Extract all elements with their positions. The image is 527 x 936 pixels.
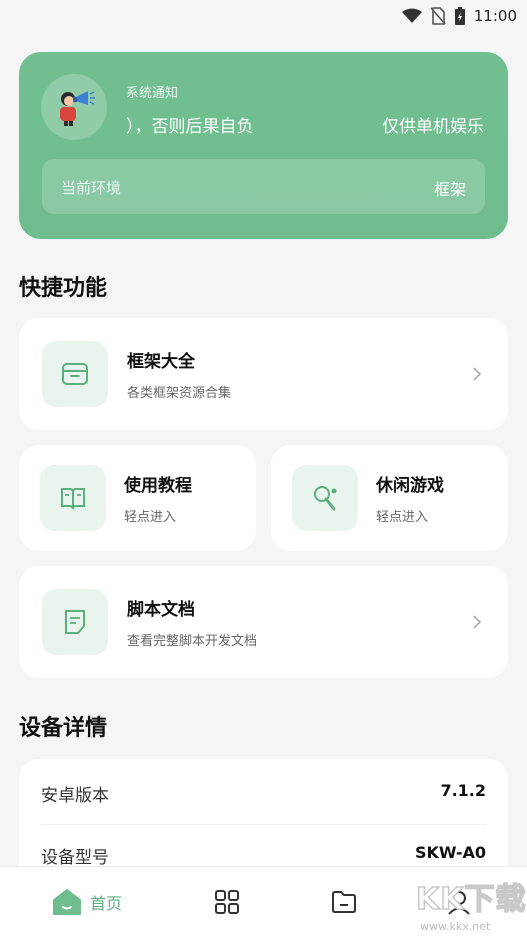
- chevron-right-icon: [473, 615, 482, 629]
- casual-games-card[interactable]: 休闲游戏 轻点进入: [271, 445, 508, 551]
- watermark: KK下载 www.kkx.net: [408, 868, 527, 936]
- environment-bar[interactable]: 当前环境 框架: [42, 159, 485, 214]
- notice-text-b: 仅供单机娱乐: [382, 117, 484, 137]
- games-icon-box: [292, 465, 358, 531]
- framework-collection-title: 框架大全: [127, 352, 195, 372]
- tutorial-title: 使用教程: [124, 476, 192, 496]
- casual-games-subtitle: 轻点进入: [376, 510, 429, 525]
- home-icon: [53, 889, 81, 915]
- environment-label: 当前环境: [61, 179, 122, 197]
- tutorial-icon-box: [40, 465, 106, 531]
- tutorial-card[interactable]: 使用教程 轻点进入: [19, 445, 256, 551]
- battery-charging-icon: [454, 7, 465, 25]
- tab-home-label: 首页: [90, 894, 123, 913]
- info-value: 7.1.2: [440, 781, 486, 800]
- notice-avatar: [41, 74, 107, 140]
- wifi-icon: [401, 8, 422, 23]
- casual-games-title: 休闲游戏: [376, 476, 444, 496]
- watermark-text: KK下载: [415, 881, 527, 918]
- no-sim-icon: [430, 7, 446, 25]
- framework-collection-subtitle: 各类框架资源合集: [127, 386, 232, 401]
- ping-pong-icon: [314, 486, 337, 511]
- info-row-android-version: 安卓版本 7.1.2: [41, 759, 486, 825]
- folder-icon: [332, 891, 356, 913]
- status-time: 11:00: [473, 7, 517, 25]
- quick-functions-title: 快捷功能: [19, 276, 108, 301]
- info-value: SKW-A0: [414, 843, 486, 862]
- megaphone-person-icon: [60, 91, 95, 126]
- docs-icon-box: [42, 589, 108, 655]
- info-label: 设备型号: [41, 848, 109, 868]
- tab-home[interactable]: 首页: [52, 867, 122, 936]
- script-docs-subtitle: 查看完整脚本开发文档: [127, 634, 258, 649]
- info-label: 安卓版本: [41, 786, 109, 806]
- environment-value: 框架: [433, 180, 466, 199]
- watermark-url: www.kkx.net: [420, 920, 491, 933]
- framework-icon-box: [42, 341, 108, 407]
- tutorial-subtitle: 轻点进入: [124, 510, 177, 525]
- status-bar: 11:00: [0, 0, 527, 30]
- script-docs-title: 脚本文档: [127, 600, 195, 620]
- tab-apps[interactable]: [214, 867, 240, 936]
- tab-files[interactable]: [331, 867, 357, 936]
- framework-collection-card[interactable]: 框架大全 各类框架资源合集: [19, 318, 508, 430]
- book-icon: [61, 488, 85, 510]
- grid-icon: [215, 890, 239, 914]
- document-icon: [65, 610, 85, 634]
- notice-text-a: ），否则后果自负: [126, 117, 254, 137]
- notice-banner: 系统通知 ），否则后果自负 仅供单机娱乐 当前环境 框架: [19, 52, 508, 239]
- notice-marquee: ），否则后果自负 仅供单机娱乐: [126, 112, 488, 138]
- script-docs-card[interactable]: 脚本文档 查看完整脚本开发文档: [19, 566, 508, 678]
- box-icon: [62, 363, 88, 385]
- notice-label: 系统通知: [126, 86, 179, 101]
- chevron-right-icon: [473, 367, 482, 381]
- device-details-title: 设备详情: [19, 716, 108, 741]
